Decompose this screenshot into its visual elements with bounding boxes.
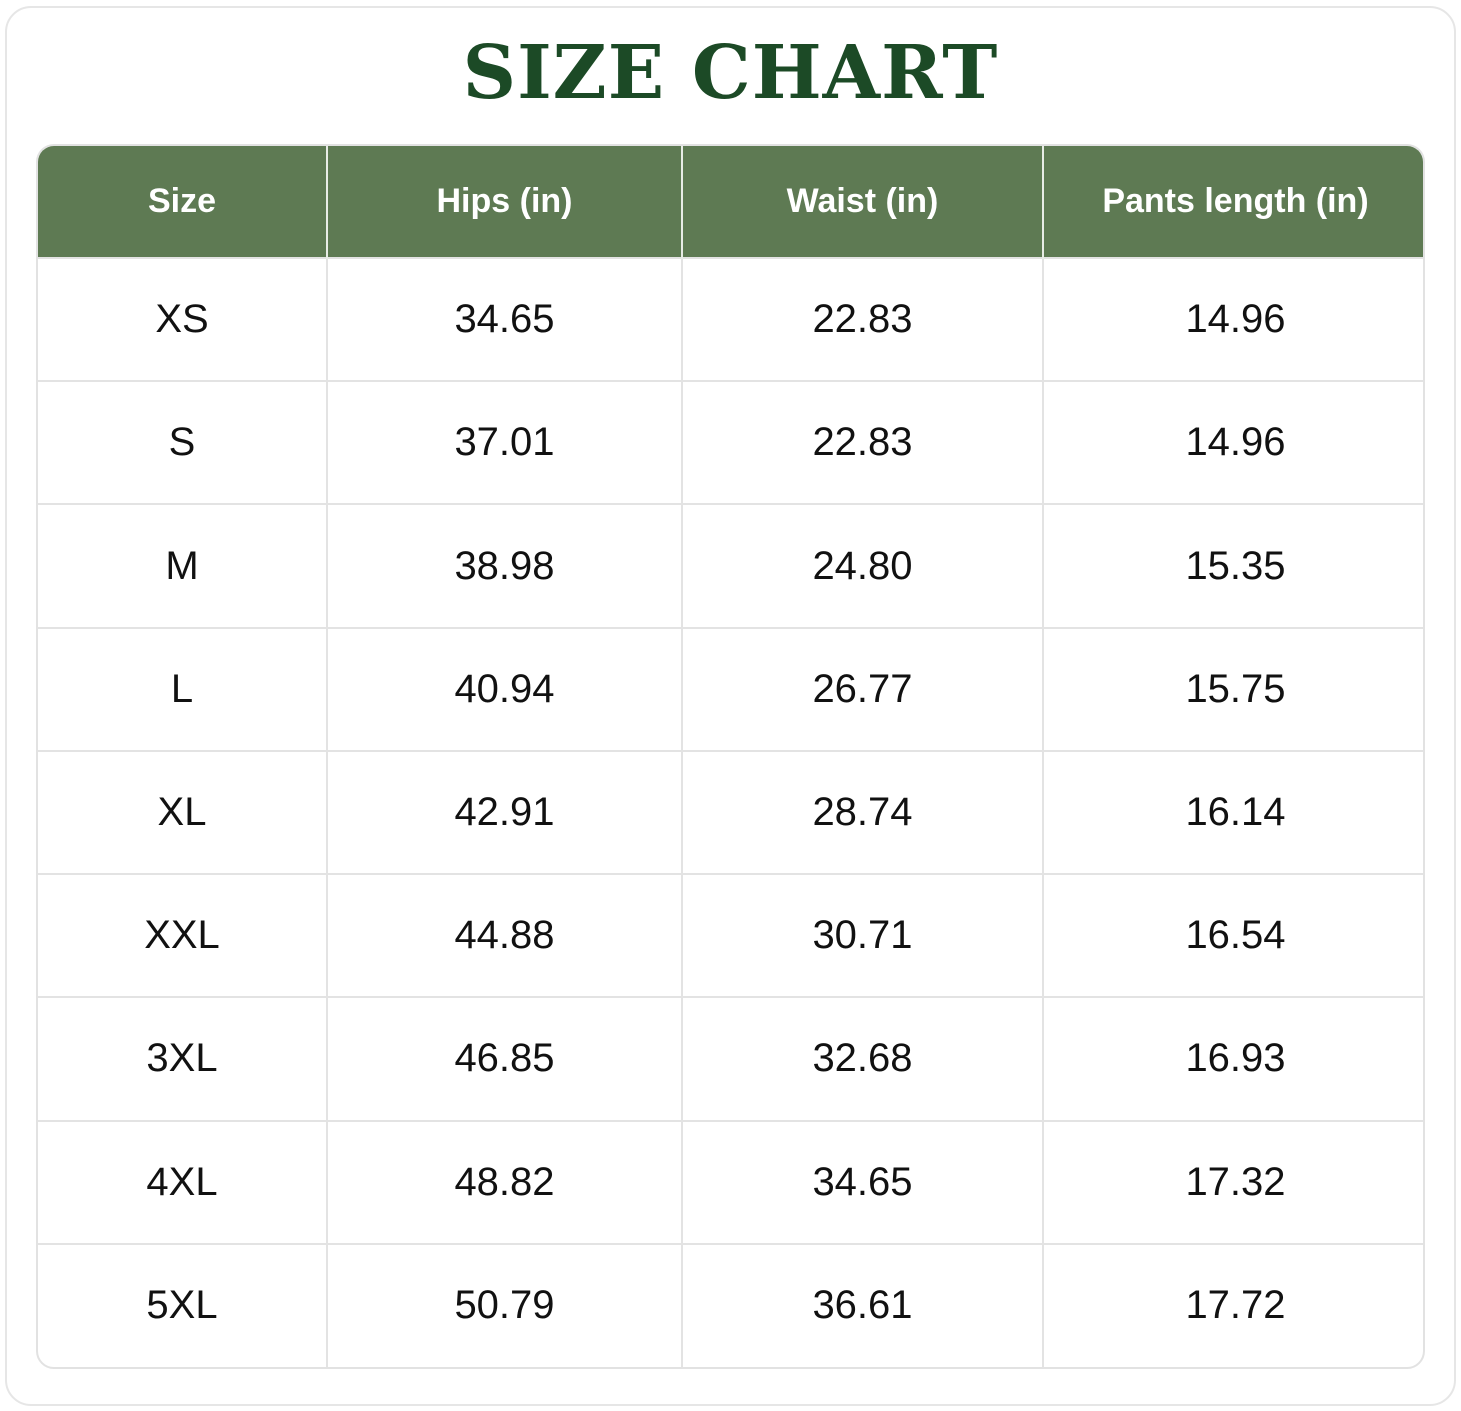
table-row: XXL 44.88 30.71 16.54 — [38, 873, 1423, 998]
column-header-hips: Hips (in) — [327, 146, 683, 258]
table-row: XS 34.65 22.83 14.96 — [38, 256, 1423, 382]
cell-size: M — [38, 503, 328, 628]
cell-pants-length: 16.14 — [1043, 749, 1423, 875]
cell-hips: 48.82 — [327, 1119, 683, 1244]
cell-size: XS — [38, 256, 328, 382]
cell-waist: 22.83 — [682, 256, 1044, 382]
cell-pants-length: 15.35 — [1043, 503, 1423, 628]
table-row: XL 42.91 28.74 16.14 — [38, 749, 1423, 875]
size-table: Size Hips (in) Waist (in) Pants length (… — [38, 146, 1423, 1367]
cell-waist: 34.65 — [682, 1119, 1044, 1244]
cell-size: XL — [38, 749, 328, 875]
table-header-row: Size Hips (in) Waist (in) Pants length (… — [38, 146, 1423, 258]
cell-hips: 46.85 — [327, 996, 683, 1121]
cell-size: 3XL — [38, 996, 328, 1121]
cell-hips: 34.65 — [327, 256, 683, 382]
cell-pants-length: 16.54 — [1043, 873, 1423, 998]
cell-hips: 50.79 — [327, 1242, 683, 1367]
table-row: 5XL 50.79 36.61 17.72 — [38, 1242, 1423, 1367]
cell-pants-length: 14.96 — [1043, 256, 1423, 382]
cell-waist: 26.77 — [682, 626, 1044, 751]
size-table-container: Size Hips (in) Waist (in) Pants length (… — [36, 144, 1425, 1369]
cell-waist: 22.83 — [682, 380, 1044, 505]
table-row: S 37.01 22.83 14.96 — [38, 380, 1423, 505]
column-header-size: Size — [38, 146, 328, 258]
cell-hips: 38.98 — [327, 503, 683, 628]
cell-pants-length: 16.93 — [1043, 996, 1423, 1121]
cell-size: 5XL — [38, 1242, 328, 1367]
cell-size: 4XL — [38, 1119, 328, 1244]
cell-waist: 24.80 — [682, 503, 1044, 628]
cell-pants-length: 14.96 — [1043, 380, 1423, 505]
cell-waist: 30.71 — [682, 873, 1044, 998]
cell-hips: 44.88 — [327, 873, 683, 998]
column-header-waist: Waist (in) — [682, 146, 1044, 258]
column-header-pants-length: Pants length (in) — [1102, 182, 1369, 220]
cell-hips: 42.91 — [327, 749, 683, 875]
cell-size: XXL — [38, 873, 328, 998]
table-row: 3XL 46.85 32.68 16.93 — [38, 996, 1423, 1121]
table-row: L 40.94 26.77 15.75 — [38, 626, 1423, 751]
cell-waist: 32.68 — [682, 996, 1044, 1121]
table-row: 4XL 48.82 34.65 17.32 — [38, 1119, 1423, 1244]
cell-size: L — [38, 626, 328, 751]
cell-waist: 28.74 — [682, 749, 1044, 875]
cell-pants-length: 15.75 — [1043, 626, 1423, 751]
cell-hips: 37.01 — [327, 380, 683, 505]
page-title: SIZE CHART — [462, 30, 999, 116]
cell-hips: 40.94 — [327, 626, 683, 751]
table-row: M 38.98 24.80 15.35 — [38, 503, 1423, 628]
cell-pants-length: 17.72 — [1043, 1242, 1423, 1367]
cell-pants-length: 17.32 — [1043, 1119, 1423, 1244]
cell-waist: 36.61 — [682, 1242, 1044, 1367]
cell-size: S — [38, 380, 328, 505]
